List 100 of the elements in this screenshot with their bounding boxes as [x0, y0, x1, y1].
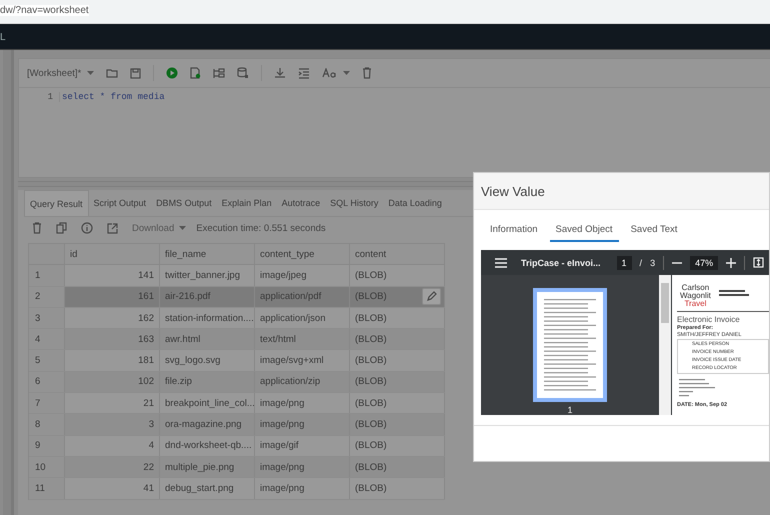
- pencil-icon: [426, 291, 436, 302]
- table-cell: 41: [65, 478, 160, 499]
- table-cell: 162: [65, 308, 160, 328]
- table-cell: station-information....: [160, 308, 255, 328]
- table-cell: 102: [65, 372, 160, 392]
- table-cell: svg_logo.svg: [160, 350, 255, 371]
- tree-icon[interactable]: [213, 68, 226, 78]
- row-number: 9: [29, 436, 65, 456]
- row-number: 6: [29, 372, 65, 392]
- script-icon[interactable]: [190, 67, 202, 79]
- table-cell: 21: [65, 393, 160, 414]
- table-cell: (BLOB): [350, 393, 445, 414]
- run-icon[interactable]: [166, 67, 178, 79]
- worksheet-selector[interactable]: [Worksheet]*: [27, 68, 94, 78]
- text-lines-drawing: [718, 290, 749, 298]
- fit-page-icon[interactable]: [753, 257, 764, 268]
- table-cell: ora-magazine.png: [160, 414, 255, 435]
- table-cell: 4: [65, 436, 160, 456]
- row-number: 11: [29, 478, 65, 499]
- download-icon[interactable]: [274, 67, 286, 79]
- table-cell: (BLOB): [350, 308, 445, 328]
- row-number: 5: [29, 350, 65, 371]
- folder-icon[interactable]: [106, 68, 118, 78]
- result-tab[interactable]: SQL History: [325, 190, 384, 216]
- database-icon[interactable]: [237, 67, 250, 79]
- table-cell: awr.html: [160, 329, 255, 350]
- row-number: 8: [29, 414, 65, 435]
- column-header[interactable]: file_name: [160, 244, 255, 264]
- table-cell: 163: [65, 329, 160, 350]
- caret-icon: [87, 70, 94, 76]
- document-heading: Electronic Invoice: [677, 311, 769, 324]
- dialog-title: View Value: [481, 184, 545, 198]
- caret-icon: [343, 70, 350, 76]
- table-cell: breakpoint_line_col...: [160, 393, 255, 414]
- table-cell: (BLOB): [350, 265, 445, 286]
- row-number: 4: [29, 329, 65, 350]
- menu-icon[interactable]: [495, 258, 507, 268]
- table-cell: 181: [65, 350, 160, 371]
- copy-icon[interactable]: [56, 222, 67, 234]
- page-field[interactable]: 1: [616, 256, 632, 270]
- table-cell: 3: [65, 414, 160, 435]
- external-link-icon[interactable]: [107, 222, 118, 234]
- column-header[interactable]: content_type: [255, 244, 350, 264]
- table-cell: image/png: [255, 414, 350, 435]
- table-cell: image/png: [255, 478, 350, 499]
- table-cell: (BLOB): [350, 456, 445, 478]
- table-cell: (BLOB): [350, 436, 445, 456]
- caret-icon: [179, 226, 186, 230]
- dialog-tab[interactable]: Saved Object: [550, 219, 619, 242]
- result-tab[interactable]: Data Loading: [383, 190, 447, 216]
- trash-icon[interactable]: [32, 222, 42, 234]
- table-cell: application/zip: [255, 372, 350, 392]
- row-number: 1: [29, 265, 65, 286]
- table-cell: debug_start.png: [160, 478, 255, 499]
- splitter-handle[interactable]: [3, 50, 14, 515]
- table-cell: (BLOB): [350, 372, 445, 392]
- page-separator: /: [640, 258, 642, 268]
- document-title: TripCase - eInvoi...: [521, 258, 601, 268]
- table-cell: application/json: [255, 308, 350, 328]
- table-cell: text/html: [255, 329, 350, 350]
- result-tab[interactable]: Autotrace: [276, 190, 326, 216]
- company-logo: Carlson Wagonlit Travel: [679, 284, 711, 308]
- column-header[interactable]: id: [65, 244, 160, 264]
- info-icon[interactable]: [81, 222, 93, 234]
- table-cell: file.zip: [160, 372, 255, 392]
- table-cell: dnd-worksheet-qb....: [160, 436, 255, 456]
- zoom-in-icon[interactable]: [726, 258, 736, 268]
- table-cell: image/svg+xml: [255, 350, 350, 371]
- edit-button[interactable]: [422, 288, 441, 305]
- table-cell: image/png: [255, 393, 350, 414]
- table-cell: (BLOB): [350, 350, 445, 371]
- thumbnail-label: 1: [567, 405, 572, 415]
- dialog-tab[interactable]: Information: [484, 219, 544, 242]
- app-title: L: [0, 32, 6, 43]
- row-number: 10: [29, 456, 65, 478]
- table-cell: (BLOB): [350, 478, 445, 499]
- row-number: 7: [29, 393, 65, 414]
- result-tab[interactable]: Script Output: [88, 190, 152, 216]
- result-tab[interactable]: DBMS Output: [151, 190, 217, 216]
- table-cell: image/png: [255, 456, 350, 478]
- table-cell: 141: [65, 265, 160, 286]
- scrollbar[interactable]: [659, 275, 671, 415]
- row-number: 3: [29, 308, 65, 328]
- result-tab[interactable]: Explain Plan: [216, 190, 277, 216]
- font-size-menu[interactable]: [322, 68, 350, 78]
- zoom-field[interactable]: 47%: [690, 256, 718, 270]
- code-line: select * from media: [59, 92, 165, 102]
- result-tab[interactable]: Query Result: [24, 190, 89, 216]
- dialog-tab[interactable]: Saved Text: [624, 219, 684, 242]
- page-thumbnail[interactable]: [533, 288, 607, 402]
- table-cell: twitter_banner.jpg: [160, 265, 255, 286]
- trash-icon[interactable]: [362, 67, 372, 79]
- table-cell: (BLOB): [350, 414, 445, 435]
- url-text[interactable]: dw/?nav=worksheet: [0, 5, 89, 16]
- column-header[interactable]: content: [350, 244, 445, 264]
- indent-icon[interactable]: [298, 68, 310, 78]
- save-icon[interactable]: [130, 68, 142, 78]
- execution-time: Execution time: 0.551 seconds: [196, 222, 326, 234]
- download-button[interactable]: Download: [132, 222, 186, 234]
- table-cell: image/gif: [255, 436, 350, 456]
